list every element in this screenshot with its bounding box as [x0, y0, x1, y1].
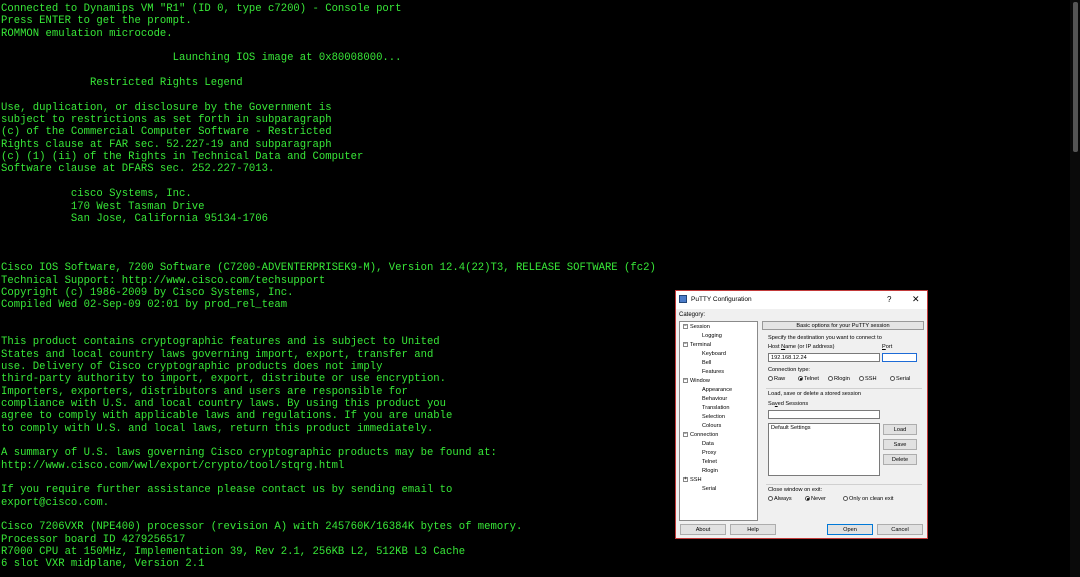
tree-item-label: Logging — [702, 333, 722, 339]
radio-indicator[interactable] — [805, 496, 810, 501]
putty-configuration-dialog: PuTTY Configuration ? ✕ Category: − Sessi… — [675, 290, 928, 539]
radio-indicator[interactable] — [828, 376, 833, 381]
radio-indicator[interactable] — [768, 376, 773, 381]
save-button[interactable]: Save — [883, 439, 917, 450]
close-exit-always[interactable]: Always — [768, 496, 792, 502]
tree-item-keyboard[interactable]: Keyboard — [702, 351, 726, 358]
tree-item-appearance[interactable]: Appearance — [702, 387, 732, 394]
radio-label: Raw — [774, 376, 786, 382]
close-on-exit-label: Close window on exit: — [768, 487, 823, 493]
help-button[interactable]: Help — [730, 524, 776, 535]
tree-item-label: Rlogin — [702, 468, 718, 474]
collapse-icon[interactable]: − — [683, 432, 688, 438]
connection-type-label: Connection type: — [768, 367, 810, 373]
tree-item-window[interactable]: − Window — [683, 378, 710, 385]
tree-item-session[interactable]: − Session — [683, 324, 710, 331]
title-bar: PuTTY Configuration ? ✕ — [676, 291, 927, 309]
radio-label: Rlogin — [834, 376, 850, 382]
host-name-input[interactable]: 192.168.12.24 — [768, 353, 880, 362]
tree-item-label: Colours — [702, 423, 722, 429]
tree-item-label: Terminal — [690, 342, 712, 348]
cancel-button[interactable]: Cancel — [877, 524, 923, 535]
tree-item-behaviour[interactable]: Behaviour — [702, 396, 727, 403]
saved-session-input[interactable] — [768, 410, 880, 419]
radio-indicator[interactable] — [890, 376, 895, 381]
session-item[interactable]: Default Settings — [771, 425, 877, 431]
specify-destination-label: Specify the destination you want to conn… — [768, 335, 882, 341]
tree-item-label: Selection — [702, 414, 726, 420]
tree-item-label: Proxy — [702, 450, 717, 456]
tree-item-label: Translation — [702, 405, 730, 411]
tree-item-label: Appearance — [702, 387, 733, 393]
tree-item-label: Features — [702, 369, 725, 375]
open-button[interactable]: Open — [827, 524, 873, 535]
tree-item-terminal[interactable]: − Terminal — [683, 342, 711, 349]
divider — [766, 388, 922, 389]
port-input[interactable] — [882, 353, 917, 362]
tree-item-selection[interactable]: Selection — [702, 414, 725, 421]
conn-type-telnet[interactable]: Telnet — [798, 376, 819, 382]
tree-item-connection[interactable]: − Connection — [683, 432, 718, 439]
tree-item-label: Serial — [702, 486, 717, 492]
radio-indicator[interactable] — [768, 496, 773, 501]
conn-type-ssh[interactable]: SSH — [859, 376, 877, 382]
putty-icon — [679, 295, 687, 303]
tree-item-serial[interactable]: Serial — [702, 486, 716, 493]
sessions-group-label: Load, save or delete a stored session — [768, 391, 861, 397]
collapse-icon[interactable]: − — [683, 324, 688, 330]
tree-item-ssh[interactable]: + SSH — [683, 477, 702, 484]
tree-item-colours[interactable]: Colours — [702, 423, 721, 430]
radio-indicator[interactable] — [843, 496, 848, 501]
divider — [766, 484, 922, 485]
tree-item-bell[interactable]: Bell — [702, 360, 711, 367]
tree-item-label: Telnet — [702, 459, 717, 465]
radio-label: SSH — [865, 376, 877, 382]
tree-item-logging[interactable]: Logging — [702, 333, 722, 340]
conn-type-raw[interactable]: Raw — [768, 376, 785, 382]
tree-item-features[interactable]: Features — [702, 369, 724, 376]
tree-item-telnet[interactable]: Telnet — [702, 459, 717, 466]
tree-item-translation[interactable]: Translation — [702, 405, 729, 412]
tree-item-label: Data — [702, 441, 714, 447]
tree-item-data[interactable]: Data — [702, 441, 714, 448]
conn-type-serial[interactable]: Serial — [890, 376, 910, 382]
terminal-scrollbar[interactable] — [1070, 0, 1080, 577]
tree-item-label: Keyboard — [702, 351, 726, 357]
panel-header: Basic options for your PuTTY session — [762, 321, 924, 330]
collapse-icon[interactable]: − — [683, 342, 688, 348]
help-icon[interactable]: ? — [887, 295, 891, 304]
category-label: Category: — [679, 312, 706, 318]
saved-sessions-label: Saved Sessions — [768, 401, 809, 407]
sessions-list[interactable]: Default Settings — [768, 423, 880, 476]
close-exit-only-on-clean-exit[interactable]: Only on clean exit — [843, 496, 893, 502]
about-button[interactable]: About — [680, 524, 726, 535]
tree-item-label: Window — [690, 378, 710, 384]
radio-label: Telnet — [804, 376, 819, 382]
tree-item-label: Bell — [702, 360, 712, 366]
category-tree[interactable]: − Session Logging − Terminal Keyboard Bell Feat… — [679, 321, 758, 521]
radio-indicator[interactable] — [798, 376, 803, 381]
conn-type-rlogin[interactable]: Rlogin — [828, 376, 850, 382]
expand-icon[interactable]: + — [683, 477, 688, 483]
delete-button[interactable]: Delete — [883, 454, 917, 465]
load-button[interactable]: Load — [883, 424, 917, 435]
dialog-title: PuTTY Configuration — [691, 296, 752, 303]
collapse-icon[interactable]: − — [683, 378, 688, 384]
radio-label: Only on clean exit — [849, 496, 894, 502]
tree-item-label: Session — [690, 324, 710, 330]
tree-item-label: Behaviour — [702, 396, 728, 402]
close-icon[interactable]: ✕ — [912, 294, 920, 305]
host-name-label: Host Name (or IP address) — [768, 344, 835, 350]
radio-indicator[interactable] — [859, 376, 864, 381]
tree-item-label: Connection — [690, 432, 719, 438]
close-exit-never[interactable]: Never — [805, 496, 826, 502]
radio-label: Always — [774, 496, 792, 502]
radio-label: Serial — [896, 376, 911, 382]
tree-item-proxy[interactable]: Proxy — [702, 450, 716, 457]
port-label: Port — [882, 344, 893, 350]
scrollbar-thumb[interactable] — [1073, 2, 1078, 152]
tree-item-label: SSH — [690, 477, 702, 483]
tree-item-rlogin[interactable]: Rlogin — [702, 468, 718, 475]
radio-label: Never — [811, 496, 826, 502]
